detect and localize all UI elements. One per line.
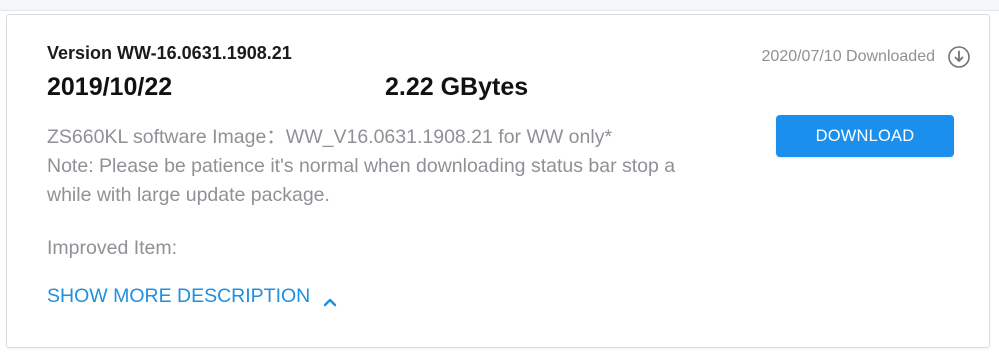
release-date: 2019/10/22 bbox=[47, 73, 173, 101]
show-more-label: SHOW MORE DESCRIPTION bbox=[47, 285, 311, 307]
chevron-up-icon bbox=[322, 291, 338, 306]
file-size: 2.22 GBytes bbox=[385, 73, 529, 101]
description-line: Note: Please be patience it's normal whe… bbox=[47, 155, 676, 177]
description-line: ZS660KL software Image：WW_V16.0631.1908.… bbox=[47, 126, 613, 148]
downloaded-status-text: 2020/07/10 Downloaded bbox=[761, 48, 935, 65]
download-circle-icon bbox=[947, 45, 971, 69]
description-line: while with large update package. bbox=[47, 184, 330, 206]
firmware-card: Version WW-16.0631.1908.21 2019/10/22 2.… bbox=[6, 14, 990, 348]
description: ZS660KL software Image：WW_V16.0631.1908.… bbox=[47, 123, 747, 210]
improved-item-label: Improved Item: bbox=[47, 237, 178, 259]
version-title: Version WW-16.0631.1908.21 bbox=[47, 43, 292, 63]
show-more-description-link[interactable]: SHOW MORE DESCRIPTION bbox=[47, 285, 338, 308]
downloaded-status: 2020/07/10 Downloaded bbox=[762, 45, 971, 69]
download-button[interactable]: DOWNLOAD bbox=[776, 115, 954, 157]
top-divider bbox=[0, 0, 999, 11]
